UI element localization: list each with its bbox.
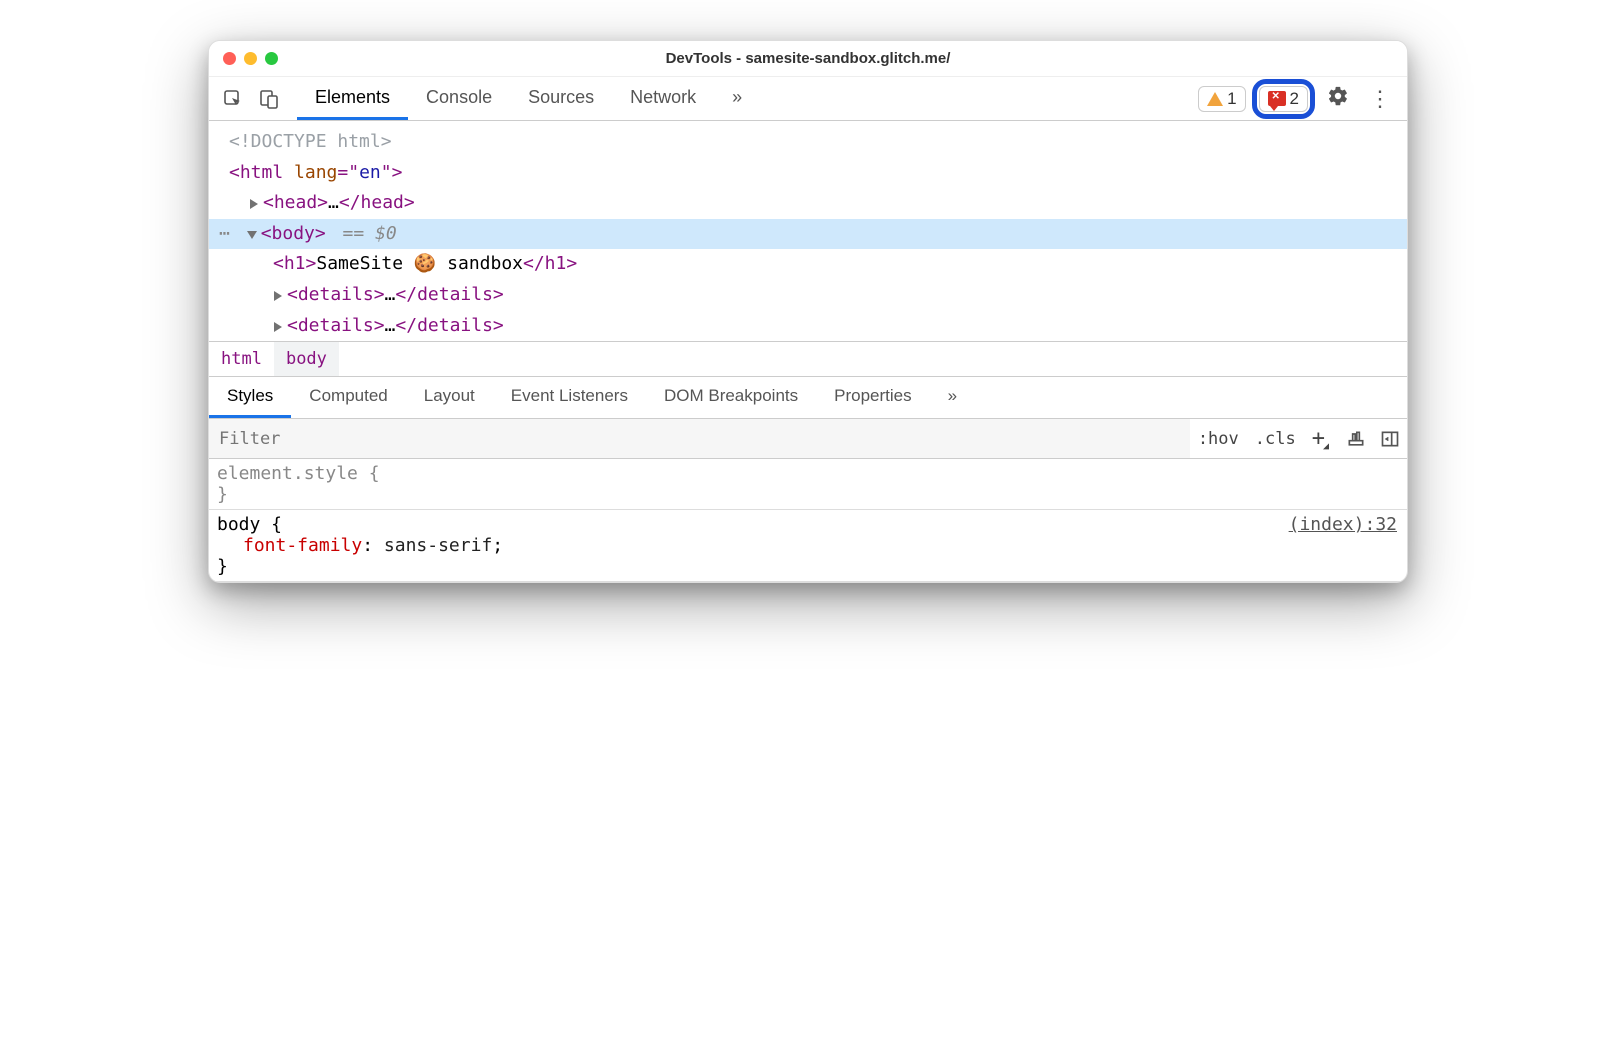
zoom-window-button[interactable] xyxy=(265,52,278,65)
tab-elements[interactable]: Elements xyxy=(297,77,408,120)
close-window-button[interactable] xyxy=(223,52,236,65)
breadcrumb: html body xyxy=(209,341,1407,377)
hover-toggle[interactable]: :hov xyxy=(1190,419,1247,458)
expand-icon[interactable] xyxy=(274,322,282,332)
traffic-lights xyxy=(209,52,278,65)
expand-icon[interactable] xyxy=(250,199,258,209)
main-toolbar: Elements Console Sources Network » 1 2 ⋮ xyxy=(209,77,1407,121)
crumb-body[interactable]: body xyxy=(274,342,339,376)
close-brace: } xyxy=(217,484,1399,505)
dom-html[interactable]: <html lang="en"> xyxy=(209,158,1407,189)
rule-body[interactable]: (index):32 body { font-family: sans-seri… xyxy=(209,510,1407,582)
minimize-window-button[interactable] xyxy=(244,52,257,65)
dom-doctype[interactable]: <!DOCTYPE html> xyxy=(209,127,1407,158)
selector-element-style: element.style { xyxy=(217,463,1399,484)
styles-pane: element.style { } (index):32 body { font… xyxy=(209,459,1407,582)
source-link[interactable]: (index):32 xyxy=(1289,514,1397,535)
inspect-element-icon[interactable] xyxy=(217,83,249,115)
element-actions-icon[interactable]: ⋯ xyxy=(219,223,230,244)
subtab-styles[interactable]: Styles xyxy=(209,377,291,418)
warning-icon xyxy=(1207,92,1223,106)
warnings-count: 1 xyxy=(1227,89,1236,109)
dom-tree[interactable]: <!DOCTYPE html> <html lang="en"> <head>…… xyxy=(209,121,1407,341)
issues-count: 2 xyxy=(1290,89,1299,109)
tab-sources[interactable]: Sources xyxy=(510,77,612,120)
more-menu-icon[interactable]: ⋮ xyxy=(1361,86,1399,112)
subtab-event-listeners[interactable]: Event Listeners xyxy=(493,377,646,418)
dom-body-selected[interactable]: ⋯ <body> == $0 xyxy=(209,219,1407,250)
expand-icon[interactable] xyxy=(274,291,282,301)
tabs-overflow[interactable]: » xyxy=(714,77,760,120)
chevron-down-icon: ◢ xyxy=(1323,441,1329,452)
issues-badge[interactable]: 2 xyxy=(1259,86,1308,112)
issues-highlight: 2 xyxy=(1252,79,1315,119)
subtab-computed[interactable]: Computed xyxy=(291,377,405,418)
subtab-dom-breakpoints[interactable]: DOM Breakpoints xyxy=(646,377,816,418)
window-title: DevTools - samesite-sandbox.glitch.me/ xyxy=(209,50,1407,67)
titlebar: DevTools - samesite-sandbox.glitch.me/ xyxy=(209,41,1407,77)
declaration-font-family[interactable]: font-family: sans-serif; xyxy=(217,535,1399,556)
close-brace: } xyxy=(217,556,1399,577)
tab-network[interactable]: Network xyxy=(612,77,714,120)
dom-h1[interactable]: <h1>SameSite 🍪 sandbox</h1> xyxy=(209,249,1407,280)
subtab-layout[interactable]: Layout xyxy=(406,377,493,418)
warnings-badge[interactable]: 1 xyxy=(1198,86,1245,112)
subtab-properties[interactable]: Properties xyxy=(816,377,929,418)
toggle-device-icon[interactable] xyxy=(253,83,285,115)
styles-filter-input[interactable] xyxy=(209,419,1190,458)
status-group: 1 2 xyxy=(1198,79,1315,119)
selector-body: body { xyxy=(217,514,1399,535)
rule-element-style[interactable]: element.style { } xyxy=(209,459,1407,510)
new-style-rule-button[interactable]: +◢ xyxy=(1304,419,1339,458)
toggle-sidebar-icon[interactable] xyxy=(1373,419,1407,458)
styles-subtabs: Styles Computed Layout Event Listeners D… xyxy=(209,377,1407,419)
panel-tabs: Elements Console Sources Network » xyxy=(297,77,760,120)
devtools-window: DevTools - samesite-sandbox.glitch.me/ E… xyxy=(208,40,1408,583)
tab-console[interactable]: Console xyxy=(408,77,510,120)
dom-details-1[interactable]: <details>…</details> xyxy=(209,280,1407,311)
styles-filterbar: :hov .cls +◢ xyxy=(209,419,1407,459)
settings-icon[interactable] xyxy=(1319,85,1357,113)
collapse-icon[interactable] xyxy=(247,231,257,239)
cls-toggle[interactable]: .cls xyxy=(1247,419,1304,458)
issues-icon xyxy=(1268,91,1286,106)
console-reference: == $0 xyxy=(332,223,397,244)
paintbrush-icon[interactable] xyxy=(1339,419,1373,458)
dom-head[interactable]: <head>…</head> xyxy=(209,188,1407,219)
dom-details-2[interactable]: <details>…</details> xyxy=(209,311,1407,342)
crumb-html[interactable]: html xyxy=(209,342,274,376)
subtabs-overflow[interactable]: » xyxy=(930,377,975,418)
